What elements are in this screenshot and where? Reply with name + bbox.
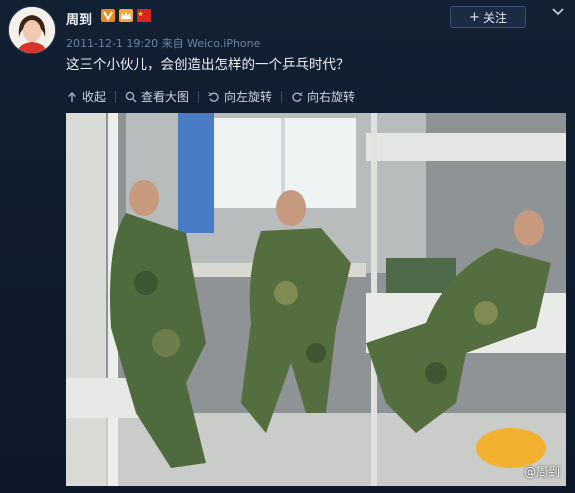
post-timestamp[interactable]: 2011-12-1 19:20: [66, 37, 158, 50]
rotate-right-label: 向右旋转: [307, 90, 356, 104]
flag-icon[interactable]: [137, 9, 151, 22]
search-icon: [125, 91, 137, 102]
follow-label: 关注: [482, 10, 507, 25]
weibo-post-card: 周到 + 关注 2011-12-1 19:20 来自 Weico.iPhone …: [0, 0, 575, 493]
image-toolbar: 收起 查看大图 向左旋转 向右旋转: [66, 88, 355, 105]
follow-button[interactable]: + 关注: [450, 6, 526, 28]
rotate-left-label: 向左旋转: [224, 90, 273, 104]
author-avatar[interactable]: [8, 6, 56, 54]
view-large-button[interactable]: 查看大图: [125, 88, 189, 105]
toolbar-divider: [198, 90, 200, 103]
view-large-label: 查看大图: [141, 90, 190, 104]
plus-icon: +: [469, 9, 480, 25]
author-name[interactable]: 周到: [66, 9, 92, 28]
author-badges: [101, 9, 151, 22]
rotate-left-button[interactable]: 向左旋转: [208, 88, 272, 105]
post-photo[interactable]: @周到: [66, 113, 566, 486]
collapse-button[interactable]: 收起: [66, 88, 106, 105]
rotate-right-button[interactable]: 向右旋转: [291, 88, 355, 105]
arrow-up-icon: [68, 91, 76, 102]
rotate-right-icon: [292, 91, 303, 102]
photo-watermark: @周到: [523, 465, 560, 479]
post-source[interactable]: Weico.iPhone: [187, 37, 260, 50]
rotate-left-icon: [208, 91, 219, 102]
barracks-photo: [66, 113, 566, 486]
chevron-down-icon[interactable]: [550, 4, 566, 20]
toolbar-divider: [115, 90, 117, 103]
avatar-portrait: [9, 7, 55, 53]
post-text: 这三个小伙儿，会创造出怎样的一个乒乓时代？: [66, 57, 350, 73]
collapse-label: 收起: [82, 90, 107, 104]
post-meta: 2011-12-1 19:20 来自 Weico.iPhone: [66, 35, 260, 51]
source-prefix: 来自: [161, 37, 184, 50]
verified-icon[interactable]: [101, 9, 115, 22]
toolbar-divider: [281, 90, 283, 103]
crown-icon[interactable]: [119, 9, 133, 22]
